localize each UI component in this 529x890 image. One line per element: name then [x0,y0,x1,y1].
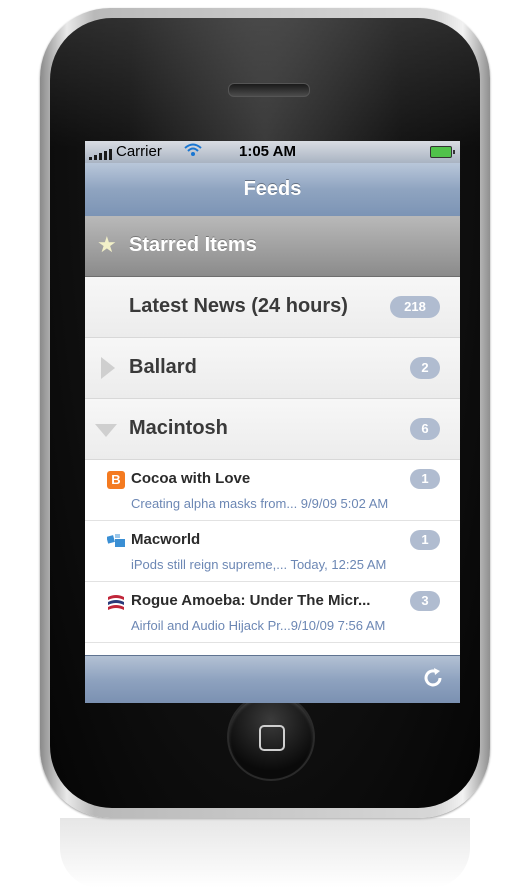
feed-subtitle: iPods still reign supreme,... Today, 12:… [131,557,387,572]
home-square-icon [259,725,285,751]
macintosh-label: Macintosh [129,417,228,439]
feed-count-badge: 3 [410,591,440,611]
signal-bars-icon [89,148,113,160]
latest-news-label: Latest News (24 hours) [129,295,348,317]
disclosure-down-icon[interactable] [95,424,117,437]
navigation-bar: Feeds [85,163,460,217]
latest-news-row[interactable]: Latest News (24 hours) 218 [85,277,460,338]
ballard-count-badge: 2 [410,357,440,379]
feed-title: Rogue Amoeba: Under The Micr... [131,592,371,609]
latest-news-count-badge: 218 [390,296,440,318]
status-bar: Carrier 1:05 AM [85,141,460,163]
wifi-icon [184,143,202,161]
phone-reflection [60,818,470,888]
feed-title: Macworld [131,531,201,548]
starred-items-label: Starred Items [129,234,257,256]
macintosh-count-badge: 6 [410,418,440,440]
feed-subtitle: Creating alpha masks from... 9/9/09 5:02… [131,496,389,511]
bottom-toolbar [85,655,460,703]
feed-item[interactable]: Rogue Amoeba: Under The Micr... 3 Airfoi… [85,582,460,643]
battery-icon [430,146,455,158]
clock: 1:05 AM [239,143,296,160]
ballard-folder-row[interactable]: Ballard 2 [85,338,460,399]
rogue-amoeba-icon [107,593,125,611]
carrier-label: Carrier [116,143,162,160]
star-icon: ★ [97,232,117,257]
feed-title: Cocoa with Love [131,470,251,487]
home-button[interactable] [227,693,315,781]
macintosh-folder-row[interactable]: Macintosh 6 [85,399,460,460]
feed-count-badge: 1 [410,469,440,489]
feed-item[interactable]: Macworld 1 iPods still reign supreme,...… [85,521,460,582]
page-title: Feeds [243,178,302,200]
feed-item[interactable]: B Cocoa with Love 1 Creating alpha masks… [85,460,460,521]
disclosure-right-icon[interactable] [101,357,115,379]
screen: Carrier 1:05 AM Feeds ★ Starred Items La… [85,141,460,703]
refresh-icon[interactable] [420,666,446,692]
earpiece-speaker [228,83,310,97]
starred-items-row[interactable]: ★ Starred Items [85,216,460,277]
ballard-label: Ballard [129,356,197,378]
blogger-icon: B [107,471,125,489]
feed-count-badge: 1 [410,530,440,550]
macworld-icon [106,532,125,550]
feed-subtitle: Airfoil and Audio Hijack Pr...9/10/09 7:… [131,618,386,633]
